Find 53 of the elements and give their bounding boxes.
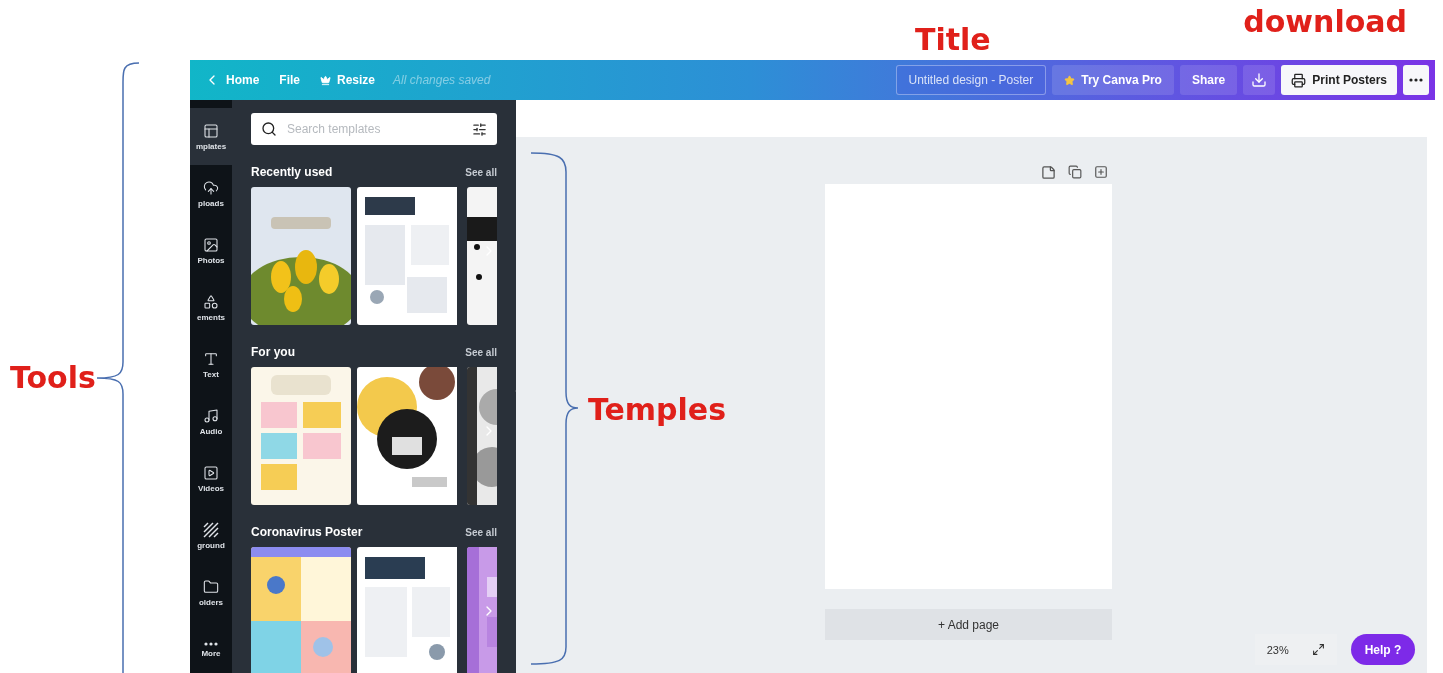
tool-icon	[203, 179, 219, 196]
more-icon	[204, 641, 218, 646]
tool-icon	[203, 407, 219, 424]
sidebar-item[interactable]: More	[190, 621, 232, 673]
more-icon	[1409, 78, 1423, 82]
design-title-field[interactable]: Untitled design - Poster	[895, 65, 1047, 95]
sidebar-item[interactable]: Audio	[190, 393, 232, 450]
see-all-link[interactable]: See all	[465, 526, 497, 538]
more-button[interactable]	[1403, 65, 1429, 95]
tool-icon	[203, 350, 219, 367]
section-title: Coronavirus Poster	[251, 525, 363, 539]
expand-icon[interactable]	[1312, 643, 1326, 656]
section-title: Recently used	[251, 165, 333, 179]
sidebar-item[interactable]: ground	[190, 507, 232, 564]
print-posters-button[interactable]: Print Posters	[1281, 65, 1397, 95]
search-bar[interactable]: Search templates	[251, 113, 497, 145]
note-icon[interactable]	[1041, 164, 1056, 180]
tool-icon	[203, 578, 219, 595]
printer-icon	[1291, 72, 1307, 88]
try-pro-button[interactable]: Try Canva Pro	[1052, 65, 1174, 95]
sidebar-item[interactable]: Videos	[190, 450, 232, 507]
crown-icon	[320, 74, 331, 86]
sidebar-item[interactable]: ements	[190, 279, 232, 336]
star-icon	[1064, 74, 1076, 86]
section-title: For you	[251, 345, 295, 359]
annotation-label: Tools	[10, 360, 96, 395]
annotation-label: Title	[915, 22, 991, 57]
annotation-label: Temples	[588, 391, 727, 427]
search-icon	[261, 121, 277, 137]
annotation-label: download	[1243, 4, 1407, 39]
search-field[interactable]: Search templates	[285, 121, 464, 137]
zoom-level[interactable]: 23%	[1266, 643, 1289, 656]
sidebar-item[interactable]: Text	[190, 336, 232, 393]
add-page-button[interactable]: + Add page	[825, 609, 1112, 640]
save-status: All changes saved	[393, 73, 491, 87]
tool-icon	[203, 293, 219, 310]
sidebar-item[interactable]: ploads	[190, 165, 232, 222]
see-all-link[interactable]: See all	[465, 346, 497, 358]
sidebar-item[interactable]: mplates	[190, 108, 232, 165]
add-icon[interactable]	[1094, 165, 1108, 179]
tool-icon	[203, 236, 219, 253]
sidebar-item[interactable]: olders	[190, 564, 232, 621]
share-button[interactable]: Share	[1179, 65, 1238, 95]
pattern-icon	[203, 521, 219, 538]
see-all-link[interactable]: See all	[465, 166, 497, 178]
download-icon	[1251, 72, 1268, 88]
help-button[interactable]: Help ?	[1351, 634, 1415, 665]
tool-icon	[203, 464, 219, 481]
tool-icon	[203, 122, 219, 139]
download-button[interactable]	[1243, 65, 1276, 95]
copy-icon[interactable]	[1068, 165, 1082, 179]
filter-icon[interactable]	[472, 121, 487, 137]
sidebar-item[interactable]: Photos	[190, 222, 232, 279]
